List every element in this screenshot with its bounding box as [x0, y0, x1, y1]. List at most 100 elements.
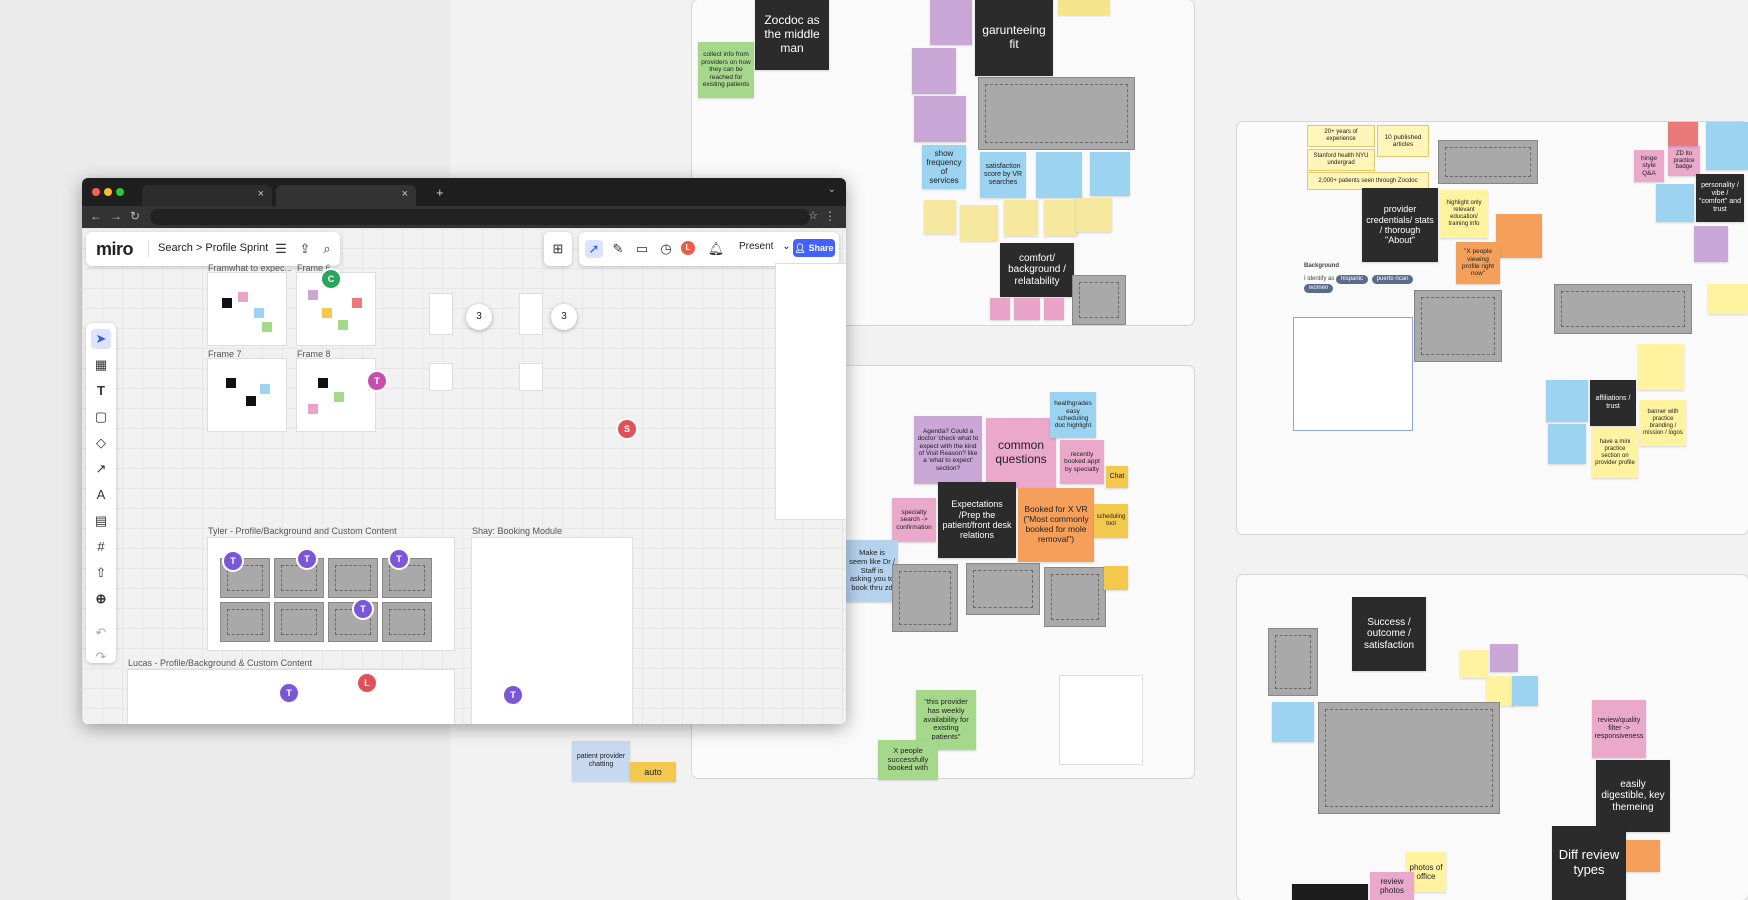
undo-icon[interactable]: ↶: [91, 623, 111, 643]
collaborator-avatar[interactable]: T: [352, 598, 374, 620]
sticky-purple-br[interactable]: [1490, 644, 1518, 672]
sticky-success[interactable]: Success / outcome / satisfaction: [1352, 597, 1426, 671]
sticky-mini-practice[interactable]: have a mini practice section on provider…: [1592, 428, 1638, 478]
doc-card-2[interactable]: [520, 294, 542, 334]
frame-label-4[interactable]: Frame 8: [297, 349, 331, 359]
sticky-yellow-small[interactable]: [1104, 566, 1128, 590]
sticky-blue-2[interactable]: [1036, 152, 1082, 198]
frame-1[interactable]: [208, 273, 286, 345]
apps-icon[interactable]: ⊞: [549, 240, 567, 258]
select-tool-icon[interactable]: ➤: [91, 329, 111, 349]
collaborator-avatar[interactable]: T: [278, 682, 300, 704]
sketch-small-2[interactable]: [1044, 567, 1106, 627]
sticky-blue-affil-1[interactable]: [1546, 380, 1588, 422]
maximize-dot[interactable]: [116, 188, 124, 196]
sticky-red-top[interactable]: [1668, 122, 1698, 146]
sketch-top-right-3[interactable]: [1554, 284, 1692, 334]
comment-icon[interactable]: ▤: [91, 511, 111, 531]
sticky-yellow-lgbtq[interactable]: [924, 200, 956, 234]
sketch-small-1[interactable]: [1072, 275, 1126, 325]
timer-icon[interactable]: ◷: [657, 240, 675, 258]
miro-logo[interactable]: miro: [96, 239, 134, 260]
notifications-icon[interactable]: 🔔︎: [707, 240, 725, 258]
miro-board[interactable]: miro Search > Profile Sprint ☰ ⇪ ⌕ ⊞ ➚ ✎…: [82, 228, 846, 724]
sticky-make-sure[interactable]: Make is seem like Dr / Staff is asking y…: [846, 540, 898, 602]
sticky-published[interactable]: 10 published articles: [1378, 126, 1428, 156]
sticky-yellow-3[interactable]: [1004, 200, 1038, 236]
sticky-blue-br[interactable]: [1512, 676, 1538, 706]
sticky-purple-2[interactable]: [912, 48, 956, 94]
sticky-review-photos[interactable]: review photos: [1370, 872, 1414, 900]
sticky-yellow-5[interactable]: [1076, 198, 1112, 232]
upload-icon[interactable]: ⇧: [91, 563, 111, 583]
sticky-banner[interactable]: banner with practice branding / mission …: [1640, 400, 1686, 446]
sticky-x-people-viewing[interactable]: "X people viewing profile right now": [1456, 242, 1500, 284]
reactions-icon[interactable]: ✎: [609, 240, 627, 258]
text-tool-icon[interactable]: T: [91, 381, 111, 401]
connection-line-icon[interactable]: ↗: [91, 459, 111, 479]
sticky-blue-3[interactable]: [1090, 152, 1130, 196]
sticky-hinge[interactable]: hinge style Q&A: [1634, 150, 1664, 182]
sticky-comfort[interactable]: comfort/ background / relatability: [1000, 243, 1074, 297]
sticky-patient-satisfaction[interactable]: [1460, 650, 1488, 678]
frame-label-shay[interactable]: Shay: Booking Module: [472, 526, 562, 536]
sticky-expectations[interactable]: Expectations /Prep the patient/front des…: [938, 482, 1016, 558]
sticky-easily[interactable]: easily digestible, key themeing: [1596, 760, 1670, 832]
search-icon[interactable]: ⌕: [318, 240, 336, 258]
comments-icon[interactable]: ▭: [633, 240, 651, 258]
sticky-experience[interactable]: 20+ years of experience: [1308, 126, 1374, 146]
doc-card-1[interactable]: [430, 294, 452, 334]
sketch-front-desk[interactable]: [966, 563, 1040, 615]
shapes-icon[interactable]: ◇: [91, 433, 111, 453]
sticky-yellow-4[interactable]: [1044, 200, 1078, 236]
collaborator-avatar[interactable]: C: [320, 268, 342, 290]
export-icon[interactable]: ⇪: [296, 240, 314, 258]
sticky-affiliations[interactable]: affiliations / trust: [1590, 380, 1636, 426]
browser-menu-icon[interactable]: ⋮: [824, 209, 836, 223]
tab-2[interactable]: ×: [276, 185, 416, 206]
collaborator-avatar[interactable]: T: [388, 548, 410, 570]
sketch-top-right-1[interactable]: [1438, 140, 1538, 184]
sticky-reviewquality[interactable]: review/quality filter -> responsiveness: [1592, 700, 1646, 758]
sticky-blue-right-1[interactable]: [1706, 122, 1748, 170]
frame-label-3[interactable]: Frame 7: [208, 349, 242, 359]
sketch-bottom-right-big[interactable]: [1318, 702, 1500, 814]
collaborator-avatar[interactable]: T: [366, 370, 388, 392]
sticky-blue-right-2[interactable]: [1656, 184, 1694, 222]
doc-card-3[interactable]: [430, 364, 452, 390]
tab-menu-icon[interactable]: ⌄: [828, 184, 836, 195]
tab-1[interactable]: ×: [142, 185, 272, 206]
sticky-common[interactable]: common questions: [986, 418, 1056, 488]
cluster-count-badge[interactable]: 3: [466, 304, 492, 330]
sticky-blue-br-2[interactable]: [1272, 702, 1314, 742]
frame-label-lucas[interactable]: Lucas - Profile/Background & Custom Cont…: [128, 658, 312, 668]
back-icon[interactable]: ←: [90, 209, 102, 223]
reload-icon[interactable]: ↻: [130, 209, 140, 223]
sticky-auto[interactable]: auto: [630, 762, 676, 782]
minimize-dot[interactable]: [104, 188, 112, 196]
cluster-count-badge[interactable]: 3: [551, 304, 577, 330]
sticky-zocdoc[interactable]: Zocdoc as the middle man: [755, 0, 829, 70]
frame-label-tyler[interactable]: Tyler - Profile/Background and Custom Co…: [208, 526, 397, 536]
sticky-yellow-right[interactable]: [1708, 284, 1748, 314]
redo-icon[interactable]: ↷: [91, 647, 111, 667]
sticky-purple-1[interactable]: [930, 0, 972, 45]
sticky-show-freq[interactable]: show frequency of services: [922, 145, 966, 189]
forward-icon[interactable]: →: [110, 209, 122, 223]
current-user-avatar[interactable]: L: [679, 239, 697, 257]
sticky-personality[interactable]: personality / vibe / "comfort" and trust: [1696, 174, 1744, 222]
templates-icon[interactable]: ▦: [91, 355, 111, 375]
sticky-stanford[interactable]: Stanford health NYU undergrad: [1308, 150, 1374, 170]
sticky-satisfaction[interactable]: satisfaction score by VR searches: [980, 152, 1026, 198]
url-field[interactable]: [150, 209, 810, 225]
sticky-patient-provider[interactable]: patient provider chatting: [572, 741, 630, 781]
sticky-highlight[interactable]: highlight only relevant education/ train…: [1440, 190, 1488, 238]
tab-close-icon[interactable]: ×: [258, 188, 264, 200]
sticky-collect[interactable]: collect info from providers on how they …: [698, 42, 754, 98]
sticky-note-icon[interactable]: ▢: [91, 407, 111, 427]
collaborator-avatar[interactable]: T: [502, 684, 524, 706]
sketch-top-right-2[interactable]: [1414, 290, 1502, 362]
sticky-patients-seen[interactable]: 2,000+ patients seen through Zocdoc: [1308, 173, 1428, 189]
bookmark-star-icon[interactable]: ☆: [808, 209, 818, 222]
sticky-booked[interactable]: Booked for X VR ("Most commonly booked f…: [1018, 488, 1094, 562]
